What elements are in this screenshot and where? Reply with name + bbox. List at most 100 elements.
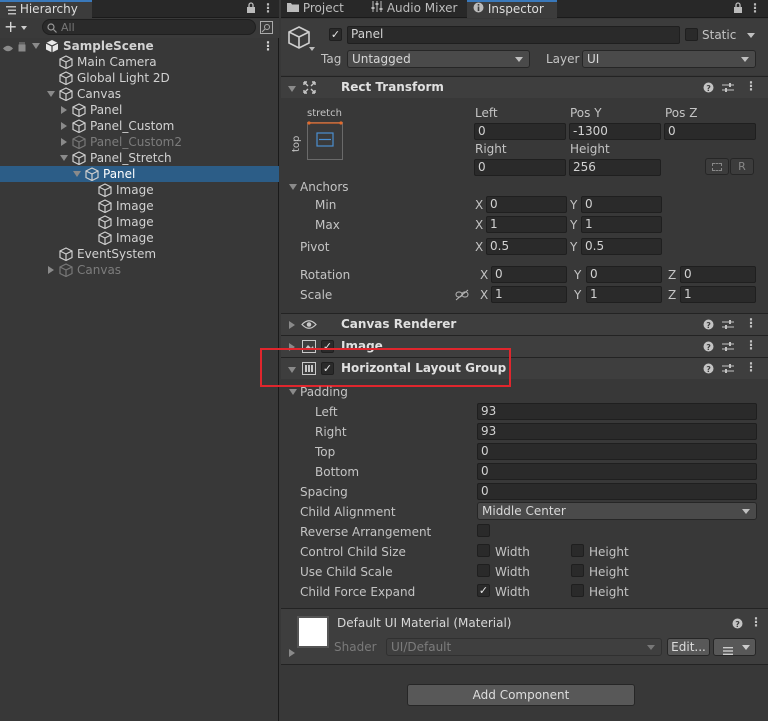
chevron-down-icon[interactable] [21, 26, 27, 30]
shader-options-button[interactable] [713, 638, 756, 656]
child-alignment-dropdown[interactable]: Middle Center [477, 502, 757, 520]
blueprint-mode-button[interactable] [705, 158, 729, 175]
height-field[interactable]: 256 [569, 159, 661, 176]
edit-shader-button[interactable]: Edit... [667, 638, 710, 656]
hierarchy-item-image[interactable]: Image [0, 230, 279, 246]
scale-height-checkbox[interactable] [571, 564, 584, 577]
tab-hierarchy[interactable]: Hierarchy [0, 0, 92, 18]
inspector-kebab-icon[interactable]: ⋮ [749, 1, 761, 15]
max-x-field[interactable]: 1 [486, 216, 567, 233]
gameobject-cube-icon[interactable] [287, 25, 311, 54]
hlg-preset-icon[interactable] [722, 363, 734, 377]
hlg-menu-icon[interactable]: ⋮ [745, 360, 757, 374]
hierarchy-item-canvas[interactable]: Canvas [0, 262, 279, 278]
pad-top-field[interactable]: 0 [477, 443, 757, 460]
anchors-collapse-icon[interactable] [289, 184, 297, 190]
add-icon[interactable]: + [4, 18, 17, 36]
collapse-arrow-icon[interactable] [47, 91, 55, 97]
canvas-renderer-menu-icon[interactable]: ⋮ [745, 316, 757, 330]
posy-field[interactable]: -1300 [569, 123, 661, 140]
tab-project[interactable]: Project [281, 0, 365, 18]
component-menu-icon[interactable]: ⋮ [745, 79, 757, 93]
hierarchy-item-eventsystem[interactable]: EventSystem [0, 246, 279, 262]
link-scale-icon[interactable] [455, 289, 469, 304]
static-checkbox[interactable] [685, 28, 698, 41]
expand-width-checkbox[interactable]: ✓ [477, 584, 490, 597]
tab-audio-mixer[interactable]: Audio Mixer [365, 0, 465, 18]
canvas-renderer-expand-icon[interactable] [289, 321, 295, 329]
preset-sliders-icon[interactable] [722, 82, 734, 96]
padding-collapse-icon[interactable] [289, 389, 297, 395]
min-x-field[interactable]: 0 [486, 196, 567, 213]
shader-dropdown[interactable]: UI/Default [386, 638, 662, 656]
pivot-x-field[interactable]: 0.5 [486, 238, 567, 255]
layer-dropdown[interactable]: UI [582, 50, 756, 68]
canvas-renderer-header[interactable]: Canvas Renderer ? ⋮ [281, 313, 768, 335]
image-preset-icon[interactable] [722, 341, 734, 355]
material-help-icon[interactable]: ? [732, 618, 743, 632]
tab-inspector[interactable]: Inspector [467, 0, 557, 18]
rect-transform-header[interactable]: Rect Transform ? ⋮ [281, 76, 768, 98]
scene-search-icon[interactable] [260, 21, 273, 37]
icon-chevron-down-icon[interactable] [309, 47, 315, 51]
static-dropdown-icon[interactable] [747, 33, 755, 38]
control-width-checkbox[interactable] [477, 544, 490, 557]
expand-arrow-icon[interactable] [61, 106, 67, 114]
scene-menu-icon[interactable]: ⋮ [262, 38, 274, 54]
search-input[interactable]: All [42, 19, 256, 35]
hierarchy-item-global-light-2d[interactable]: Global Light 2D [0, 70, 279, 86]
hierarchy-item-main-camera[interactable]: Main Camera [0, 54, 279, 70]
pad-bottom-field[interactable]: 0 [477, 463, 757, 480]
expand-height-checkbox[interactable] [571, 584, 584, 597]
hierarchy-item-image[interactable]: Image [0, 214, 279, 230]
hlg-help-icon[interactable]: ? [703, 363, 714, 377]
right-field[interactable]: 0 [474, 159, 566, 176]
expand-arrow-icon[interactable] [61, 122, 67, 130]
hierarchy-item-panel-stretch[interactable]: Panel_Stretch [0, 150, 279, 166]
material-preview[interactable] [297, 616, 329, 648]
object-name-field[interactable]: Panel [347, 26, 680, 44]
collapse-arrow-icon[interactable] [60, 155, 68, 161]
inspector-lock-icon[interactable] [733, 2, 743, 17]
left-field[interactable]: 0 [474, 123, 566, 140]
scale-y-field[interactable]: 1 [586, 286, 662, 303]
rot-z-field[interactable]: 0 [680, 266, 756, 283]
rot-x-field[interactable]: 0 [491, 266, 567, 283]
pivot-y-field[interactable]: 0.5 [581, 238, 662, 255]
material-expand-icon[interactable] [289, 649, 295, 657]
help-icon[interactable]: ? [703, 82, 714, 96]
hierarchy-item-panel-custom2[interactable]: Panel_Custom2 [0, 134, 279, 150]
collapse-arrow-icon[interactable] [73, 171, 81, 177]
hierarchy-item-panel-custom[interactable]: Panel_Custom [0, 118, 279, 134]
scale-x-field[interactable]: 1 [491, 286, 567, 303]
reverse-checkbox[interactable] [477, 524, 490, 537]
scale-width-checkbox[interactable] [477, 564, 490, 577]
rot-y-field[interactable]: 0 [586, 266, 662, 283]
hierarchy-item-panel[interactable]: Panel [0, 102, 279, 118]
posz-field[interactable]: 0 [664, 123, 756, 140]
hierarchy-item-image[interactable]: Image [0, 198, 279, 214]
active-checkbox[interactable]: ✓ [329, 28, 342, 41]
lock-icon[interactable] [246, 2, 256, 17]
material-menu-icon[interactable]: ⋮ [750, 615, 762, 629]
scale-z-field[interactable]: 1 [680, 286, 756, 303]
canvas-renderer-preset-icon[interactable] [722, 319, 734, 333]
pad-right-field[interactable]: 93 [477, 423, 757, 440]
spacing-field[interactable]: 0 [477, 483, 757, 500]
anchor-presets-button[interactable] [307, 121, 343, 160]
tag-dropdown[interactable]: Untagged [347, 50, 530, 68]
hierarchy-item-panel[interactable]: Panel [0, 166, 279, 182]
add-component-button[interactable]: Add Component [407, 684, 635, 706]
control-height-checkbox[interactable] [571, 544, 584, 557]
collapse-arrow-icon[interactable] [32, 43, 40, 49]
hierarchy-item-image[interactable]: Image [0, 182, 279, 198]
canvas-renderer-help-icon[interactable]: ? [703, 319, 714, 333]
kebab-menu-icon[interactable]: ⋮ [262, 1, 274, 15]
min-y-field[interactable]: 0 [581, 196, 662, 213]
rect-transform-collapse-icon[interactable] [288, 86, 296, 92]
expand-arrow-icon[interactable] [48, 266, 54, 274]
expand-arrow-icon[interactable] [61, 138, 67, 146]
hierarchy-item-samplescene[interactable]: SampleScene ⋮ [0, 38, 279, 54]
max-y-field[interactable]: 1 [581, 216, 662, 233]
hierarchy-item-canvas[interactable]: Canvas [0, 86, 279, 102]
